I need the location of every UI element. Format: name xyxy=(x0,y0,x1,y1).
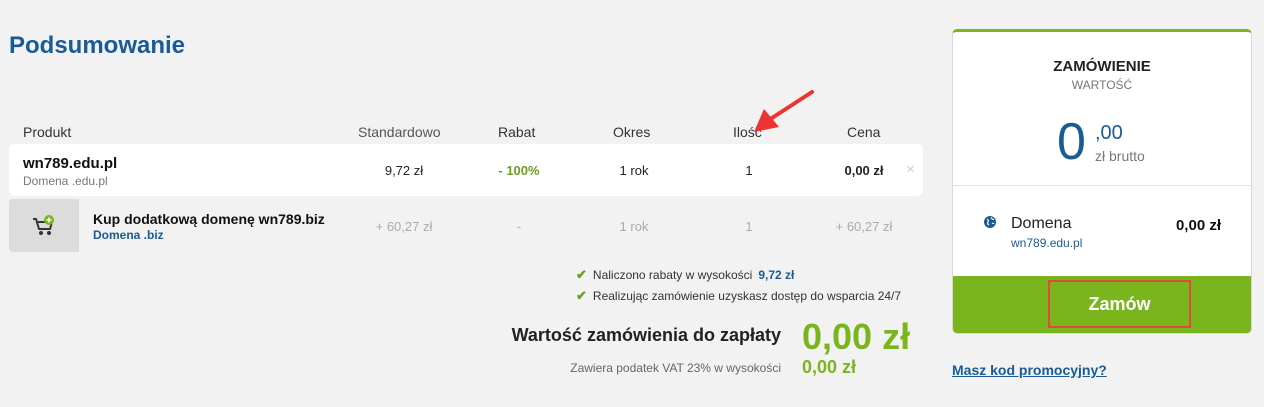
globe-icon xyxy=(984,216,996,228)
product-name: wn789.edu.pl xyxy=(23,155,118,172)
period-value[interactable]: 1 rok xyxy=(579,163,689,178)
upsell-subtitle: Domena .biz xyxy=(93,228,164,242)
upsell-name: Kup dodatkową domenę wn789.biz xyxy=(93,211,325,227)
header-standard: Standardowo xyxy=(358,124,441,140)
product-subtitle: Domena .edu.pl xyxy=(23,174,108,188)
remove-item-icon[interactable]: × xyxy=(906,161,915,178)
upsell-price: + 60,27 zł xyxy=(835,219,893,234)
page-title: Podsumowanie xyxy=(9,32,186,59)
amount-integer: 0 xyxy=(1057,113,1086,171)
vat-label: Zawiera podatek VAT 23% w wysokości xyxy=(570,361,781,375)
amount-cents: ,00 xyxy=(1095,122,1123,144)
standard-price: 9,72 zł xyxy=(384,163,424,178)
upsell-period: 1 rok xyxy=(619,219,649,234)
discount-value: - 100% xyxy=(498,163,540,178)
notes-list: ✔ Naliczono rabaty w wysokości 9,72 zł ✔… xyxy=(576,264,901,306)
quantity-value[interactable]: 1 xyxy=(694,163,804,178)
total-label: Wartość zamówienia do zapłaty xyxy=(511,325,781,345)
note-support: ✔ Realizując zamówienie uzyskasz dostęp … xyxy=(576,285,901,306)
card-item-price: 0,00 zł xyxy=(1175,217,1221,234)
note-value: 9,72 zł xyxy=(758,267,795,282)
card-item-name: Domena xyxy=(1011,215,1072,232)
order-button-band: Zamów xyxy=(953,276,1251,333)
note-discount: ✔ Naliczono rabaty w wysokości 9,72 zł xyxy=(576,264,901,285)
upsell-discount: - xyxy=(516,219,522,234)
total-value: 0,00 zł xyxy=(802,316,911,357)
vat-value: 0,00 zł xyxy=(802,357,857,377)
order-summary-card: ZAMÓWIENIE WARTOŚĆ 0 ,00 zł brutto Domen… xyxy=(952,29,1252,334)
card-item-subtitle: wn789.edu.pl xyxy=(1011,236,1083,250)
amount-unit: zł brutto xyxy=(1095,148,1145,164)
table-header: Produkt Standardowo Rabat Okres Ilość Ce… xyxy=(9,124,923,142)
header-discount: Rabat xyxy=(498,124,536,140)
cart-row-domain: wn789.edu.pl Domena .edu.pl 9,72 zł - 10… xyxy=(9,144,923,196)
upsell-row[interactable]: Kup dodatkową domenę wn789.biz Domena .b… xyxy=(9,199,923,252)
check-icon: ✔ xyxy=(576,287,587,303)
header-product: Produkt xyxy=(23,124,72,140)
final-price: 0,00 zł xyxy=(844,163,884,178)
note-text: Realizując zamówienie uzyskasz dostęp do… xyxy=(592,288,902,303)
upsell-quantity: 1 xyxy=(745,219,753,234)
note-text: Naliczono rabaty w wysokości xyxy=(592,267,753,282)
order-button[interactable]: Zamów xyxy=(1048,280,1191,328)
card-subtitle: WARTOŚĆ xyxy=(1071,78,1133,92)
add-to-cart-icon[interactable] xyxy=(9,199,79,252)
promo-code-link[interactable]: Masz kod promocyjny? xyxy=(952,362,1107,378)
header-price: Cena xyxy=(847,124,881,140)
check-icon: ✔ xyxy=(576,266,587,282)
upsell-standard-price: + 60,27 zł xyxy=(375,219,433,234)
divider xyxy=(953,185,1251,186)
header-period: Okres xyxy=(613,124,651,140)
card-title: ZAMÓWIENIE xyxy=(1053,58,1151,75)
header-quantity: Ilość xyxy=(733,124,762,140)
